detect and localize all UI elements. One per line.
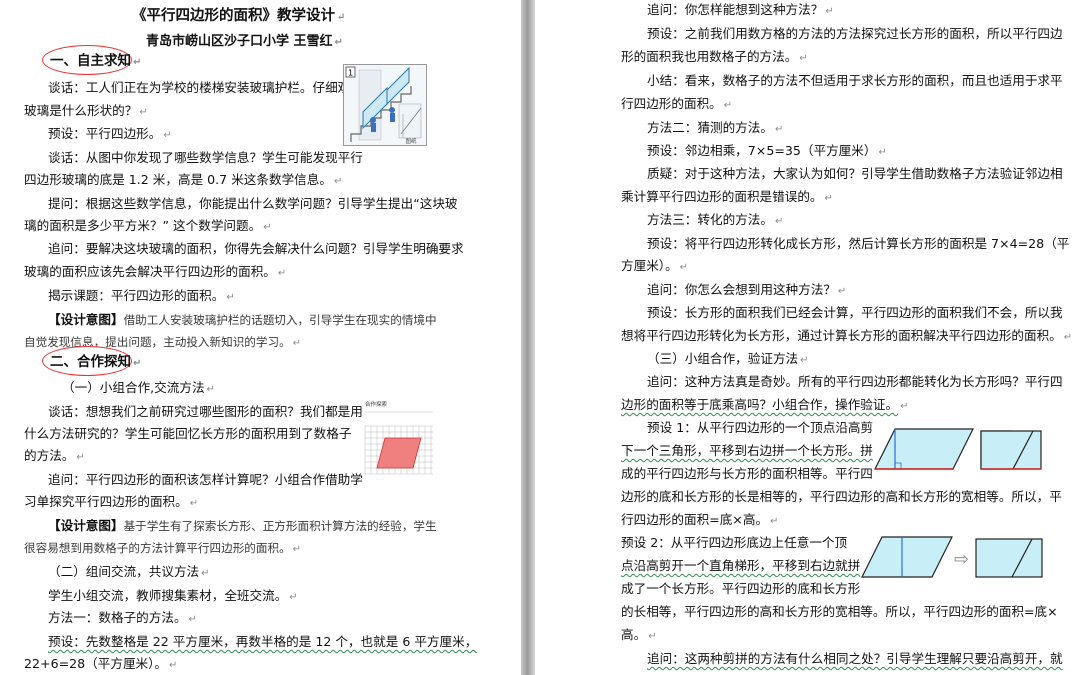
- paragraph-line: 成的平行四边形与长方形的面积相等。平行四: [621, 466, 873, 481]
- paragraph-line: 预设 1：从平行四边形的一个顶点沿高剪: [647, 420, 874, 435]
- paragraph-line: 形的面积我也用数格子的方法。 ↵: [621, 49, 808, 64]
- paragraph-line: 边形的底和长方形的长是相等的，平行四边形的高和长方形的宽相等。所以，平: [621, 489, 1062, 504]
- paragraph-line: 预设：先数整格是 22 平方厘米，再数半格的是 12 个，也就是 6 平方厘米，: [48, 634, 478, 649]
- paragraph-line: 预设：长方形的面积我们已经会计算，平行四边形的面积我们不会，所以我: [647, 305, 1063, 320]
- cut-triangle-diagram: ⇨: [873, 425, 1045, 475]
- paragraph-line: 追问：你怎样能想到这种方法？ ↵: [647, 2, 834, 17]
- paragraph-line: 想将平行四边形转化为长方形，通过计算长方形的面积解决平行四边形的面积。 ↵: [621, 328, 1073, 343]
- paragraph-line: 揭示课题：平行四边形的面积。 ↵: [48, 288, 235, 303]
- paragraph-line: 追问：要解决这块玻璃的面积，你得先会解决什么问题？引导学生明确要求: [48, 241, 464, 256]
- paragraph-line: 成了一个长方形。平行四边形的底和长方形: [621, 581, 861, 596]
- design-intent-cont: 很容易想到用数格子的方法计算平行四边形的面积。 ↵: [24, 541, 302, 555]
- svg-text:⇨: ⇨: [954, 549, 969, 570]
- svg-text:1: 1: [348, 69, 353, 78]
- subheading: （三）小组合作，验证方法 ↵: [647, 351, 809, 366]
- paragraph-line: 的长相等，平行四边形的高和长方形的宽相等。所以，平行四边形的面积=底×: [621, 604, 1058, 619]
- design-intent: 【设计意图】借助工人安装玻璃护栏的话题切入，引导学生在现实的情境中: [48, 312, 437, 327]
- cut-trapezoid-diagram: ⇨: [860, 535, 1045, 581]
- paragraph-line: 四边形玻璃的底是 1.2 米，高是 0.7 米这条数学信息。 ↵: [24, 172, 343, 187]
- paragraph-line: 方法一：数格子的方法。 ↵: [48, 610, 197, 625]
- paragraph-line: 追问：这两种剪拼的方法有什么相同之处？引导学生理解只要沿高剪开，就: [647, 651, 1063, 666]
- subheading: （二）组间交流，共议方法 ↵: [48, 564, 210, 579]
- staircase-glass-illustration: 1 图纸: [343, 64, 427, 146]
- paragraph-line: 预设：邻边相乘，7×5=35（平方厘米） ↵: [647, 143, 887, 158]
- paragraph-line: 追问：这种方法真是奇妙。所有的平行四边形都能转化为长方形吗？平行四: [647, 374, 1063, 389]
- paragraph-line: 璃的面积是多少平方米？” 这个数学问题。 ↵: [24, 218, 272, 233]
- paragraph-line: 习单探究平行四边形的面积。 ↵: [24, 494, 199, 509]
- author-line: 青岛市崂山区沙子口小学 王雪红 ↵: [146, 34, 343, 49]
- paragraph-line: 提问：根据这些数学信息，你能提出什么数学问题？引导学生提出“这块玻: [48, 196, 458, 211]
- paragraph-line: 追问：平行四边形的面积该怎样计算呢？小组合作借助学: [48, 472, 363, 487]
- paragraph-line: 预设：之前我们用数方格的方法的方法探究过长方形的面积，所以平行四边: [647, 26, 1063, 41]
- paragraph-line: 玻璃是什么形状的？ ↵: [24, 103, 148, 118]
- section-heading-1: 一、自主求知 ↵: [50, 53, 142, 69]
- paragraph-line: 点沿高剪开一个直角梯形，平移到右边就拼: [621, 558, 861, 573]
- paragraph-line: 高。 ↵: [621, 627, 657, 642]
- svg-text:合作探索: 合作探索: [365, 400, 388, 408]
- grid-parallelogram-worksheet: 合作探索: [355, 398, 443, 478]
- paragraph-line: 谈话：工人们正在为学校的楼梯安装玻璃护栏。仔细观察: [48, 80, 363, 95]
- document-page-right: 追问：你怎样能想到这种方法？ ↵ 预设：之前我们用数方格的方法的方法探究过长方形的…: [535, 0, 1080, 675]
- paragraph-line: 小结：看来，数格子的方法不但适用于求长方形的面积，而且也适用于求平: [647, 73, 1063, 88]
- paragraph-line: 22+6=28（平方厘米）。 ↵: [24, 656, 178, 671]
- paragraph-line: 方法二：猜测的方法。 ↵: [647, 120, 784, 135]
- paragraph-line: 谈话：想想我们之前研究过哪些图形的面积？我们都是用: [48, 404, 363, 419]
- page-gutter: [521, 0, 535, 675]
- svg-text:图纸: 图纸: [405, 137, 417, 145]
- paragraph-line: 质疑：对于这种方法，大家认为如何？引导学生借助数格子方法验证邻边相: [647, 166, 1063, 181]
- paragraph-line: 追问：你怎么会想到用这种方法？ ↵: [647, 282, 847, 297]
- paragraph-line: 学生小组交流，教师搜集素材，全班交流。 ↵: [48, 588, 298, 603]
- design-intent: 【设计意图】基于学生有了探索长方形、正方形面积计算方法的经验，学生: [48, 518, 437, 533]
- paragraph-line: 下一个三角形，平移到右边拼一个长方形。拼: [621, 443, 873, 458]
- paragraph-line: 什么方法研究的？学生可能回忆长方形的面积用到了数格子: [24, 426, 352, 441]
- paragraph-line: 预设 2：从平行四边形底边上任意一个顶: [621, 535, 848, 550]
- paragraph-line: 方法三：转化的方法。 ↵: [647, 212, 784, 227]
- paragraph-line: 行四边形的面积=底×高。 ↵: [621, 512, 779, 527]
- document-page-left: 《平行四边形的面积》教学设计 ↵ 青岛市崂山区沙子口小学 王雪红 ↵ 一、自主求知 ↵…: [0, 0, 521, 675]
- paragraph-line: 的方法。 ↵: [24, 448, 85, 463]
- section-heading-2: 二、合作探知 ↵: [50, 354, 142, 370]
- paragraph-line: 预设：平行四边形。 ↵: [48, 126, 172, 141]
- paragraph-line: 玻璃的面积应该先会解决平行四边形的面积。 ↵: [24, 264, 287, 279]
- paragraph-line: 边形的面积等于底乘高吗？小组合作，操作验证。 ↵: [621, 397, 909, 412]
- paragraph-line: 乘计算平行四边形的面积是错误的。 ↵: [621, 189, 833, 204]
- subheading: （一）小组合作,交流方法 ↵: [62, 380, 215, 395]
- paragraph-line: 预设：将平行四边形转化成长方形，然后计算长方形的面积是 7×4=28（平: [647, 236, 1070, 251]
- paragraph-line: 行四边形的面积。 ↵: [621, 96, 733, 111]
- document-title: 《平行四边形的面积》教学设计 ↵: [132, 7, 346, 24]
- paragraph-line: 方厘米）。 ↵: [621, 258, 689, 273]
- paragraph-line: 谈话：从图中你发现了哪些数学信息？学生可能发现平行: [48, 150, 363, 165]
